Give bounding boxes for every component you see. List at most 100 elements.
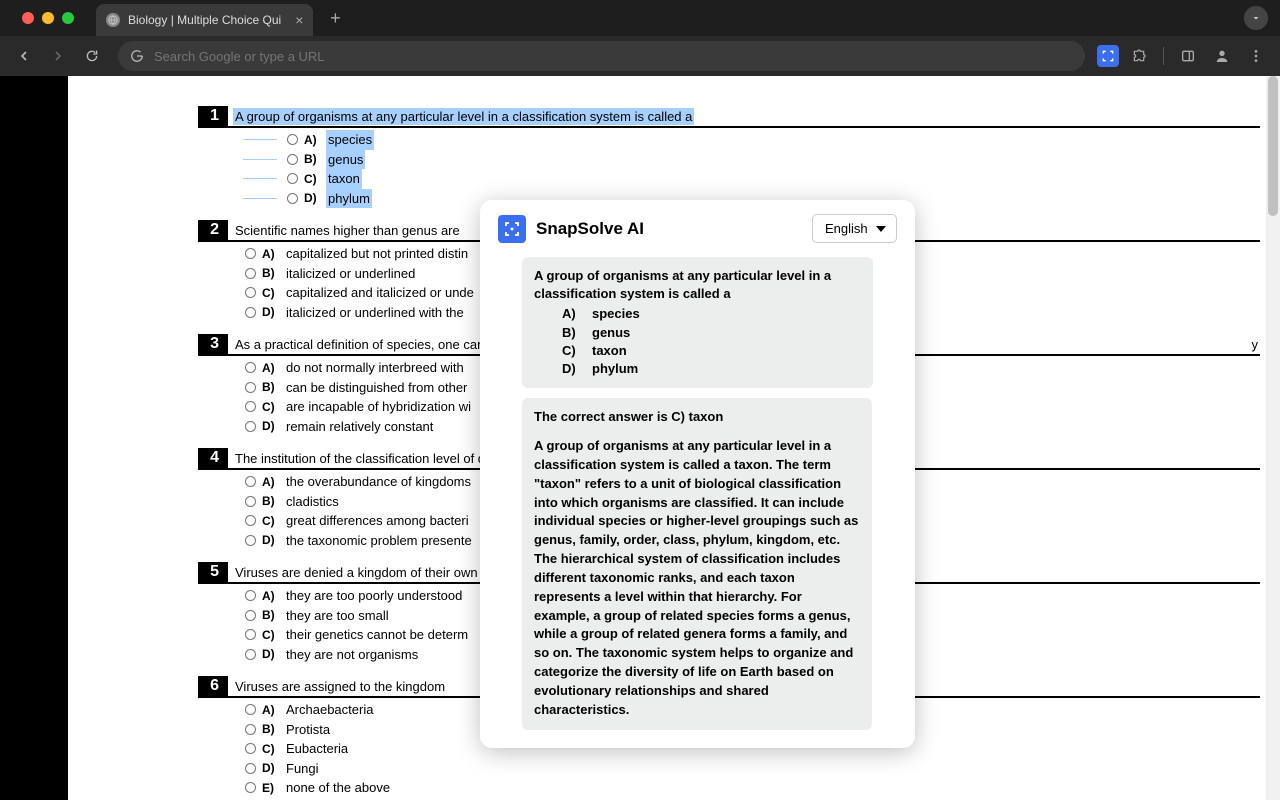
answer-letter: D): [304, 189, 322, 207]
answer-letter: B): [262, 378, 280, 396]
popup-option: B)genus: [562, 324, 861, 342]
language-select[interactable]: English: [812, 214, 897, 243]
popup-option-text: genus: [592, 324, 630, 342]
answer-letter: A): [262, 359, 280, 377]
answer-radio[interactable]: [287, 173, 298, 184]
answer-letter: A): [262, 473, 280, 491]
snapsolve-popup: SnapSolve AI English A group of organism…: [480, 200, 915, 748]
minimize-window-button[interactable]: [42, 12, 54, 24]
answer-radio[interactable]: [245, 590, 256, 601]
dots-vertical-icon: [1248, 48, 1264, 64]
answer-text: Archaebacteria: [284, 700, 375, 720]
address-bar[interactable]: [118, 41, 1085, 71]
close-tab-icon[interactable]: ×: [295, 12, 303, 28]
answer-radio[interactable]: [245, 401, 256, 412]
answer-letter: D): [262, 531, 280, 549]
reload-button[interactable]: [78, 42, 106, 70]
side-panel-button[interactable]: [1174, 42, 1202, 70]
close-window-button[interactable]: [22, 12, 34, 24]
question-text: Scientific names higher than genus are: [233, 222, 462, 239]
answer-radio[interactable]: [245, 782, 256, 793]
question-number: 1: [198, 106, 228, 126]
popup-answer-box: The correct answer is C) taxon A group o…: [522, 398, 872, 730]
answer-radio[interactable]: [245, 763, 256, 774]
answer-option[interactable]: C)taxon: [243, 169, 1260, 189]
question-text: Viruses are denied a kingdom of their ow…: [233, 564, 504, 581]
answer-letter: C): [304, 170, 322, 188]
maximize-window-button[interactable]: [62, 12, 74, 24]
question-number: 3: [198, 334, 228, 354]
back-button[interactable]: [10, 42, 38, 70]
popup-question-text: A group of organisms at any particular l…: [534, 267, 861, 303]
panel-icon: [1180, 48, 1196, 64]
popup-option: D)phylum: [562, 360, 861, 378]
browser-toolbar: [0, 36, 1280, 76]
answer-letter: A): [262, 245, 280, 263]
answer-radio[interactable]: [245, 724, 256, 735]
answer-text: genus: [326, 150, 365, 170]
answer-radio[interactable]: [245, 535, 256, 546]
answer-text: remain relatively constant: [284, 417, 435, 437]
answer-radio[interactable]: [245, 743, 256, 754]
answer-option[interactable]: A)species: [243, 130, 1260, 150]
answer-text: species: [326, 130, 374, 150]
answer-text: cladistics: [284, 492, 341, 512]
left-gutter: [0, 76, 68, 800]
answer-radio[interactable]: [245, 610, 256, 621]
answer-radio[interactable]: [245, 704, 256, 715]
question-text: As a practical definition of species, on…: [233, 336, 510, 353]
forward-button[interactable]: [44, 42, 72, 70]
answer-text: none of the above: [284, 778, 392, 798]
answer-radio[interactable]: [245, 307, 256, 318]
answer-option[interactable]: B)genus: [243, 150, 1260, 170]
answer-radio[interactable]: [245, 629, 256, 640]
answer-text: do not normally interbreed with: [284, 358, 466, 378]
answer-option[interactable]: D)Fungi: [243, 759, 1260, 779]
answer-radio[interactable]: [245, 382, 256, 393]
answer-letter: C): [262, 398, 280, 416]
answer-text: are incapable of hybridization wi: [284, 397, 473, 417]
popup-option-letter: A): [562, 305, 580, 323]
answer-radio[interactable]: [245, 649, 256, 660]
tab-bar: Biology | Multiple Choice Qui × +: [0, 0, 1280, 36]
answer-letter: B): [304, 150, 322, 168]
window-controls: [10, 12, 86, 24]
snapsolve-extension-button[interactable]: [1097, 45, 1119, 67]
profile-button[interactable]: [1208, 42, 1236, 70]
menu-button[interactable]: [1242, 42, 1270, 70]
answer-radio[interactable]: [245, 476, 256, 487]
answer-letter: E): [262, 779, 280, 797]
answer-text: they are too small: [284, 606, 391, 626]
arrow-left-icon: [16, 48, 32, 64]
answer-letter: B): [262, 720, 280, 738]
address-input[interactable]: [154, 49, 1073, 64]
answer-radio[interactable]: [245, 268, 256, 279]
reload-icon: [84, 48, 100, 64]
answer-text: they are not organisms: [284, 645, 420, 665]
scrollbar-thumb[interactable]: [1268, 76, 1278, 216]
chevron-down-icon: [1250, 12, 1262, 24]
popup-question-box: A group of organisms at any particular l…: [522, 257, 873, 388]
answer-radio[interactable]: [287, 154, 298, 165]
answer-radio[interactable]: [245, 287, 256, 298]
answer-text: the overabundance of kingdoms: [284, 472, 473, 492]
tabs-dropdown-button[interactable]: [1244, 6, 1268, 30]
answer-option[interactable]: E)none of the above: [243, 778, 1260, 798]
answer-radio[interactable]: [245, 362, 256, 373]
new-tab-button[interactable]: +: [323, 6, 347, 30]
answer-radio[interactable]: [287, 134, 298, 145]
answer-text: they are too poorly understood: [284, 586, 464, 606]
answer-letter: D): [262, 417, 280, 435]
answer-radio[interactable]: [245, 421, 256, 432]
answer-radio[interactable]: [245, 248, 256, 259]
puzzle-icon: [1131, 48, 1147, 64]
extensions-button[interactable]: [1125, 42, 1153, 70]
answer-radio[interactable]: [245, 515, 256, 526]
snapsolve-logo: [498, 215, 526, 243]
answer-letter: B): [262, 264, 280, 282]
scrollbar-track[interactable]: [1266, 76, 1280, 800]
answer-radio[interactable]: [245, 496, 256, 507]
browser-tab[interactable]: Biology | Multiple Choice Qui ×: [96, 4, 313, 36]
toolbar-divider: [1163, 47, 1164, 65]
answer-radio[interactable]: [287, 193, 298, 204]
